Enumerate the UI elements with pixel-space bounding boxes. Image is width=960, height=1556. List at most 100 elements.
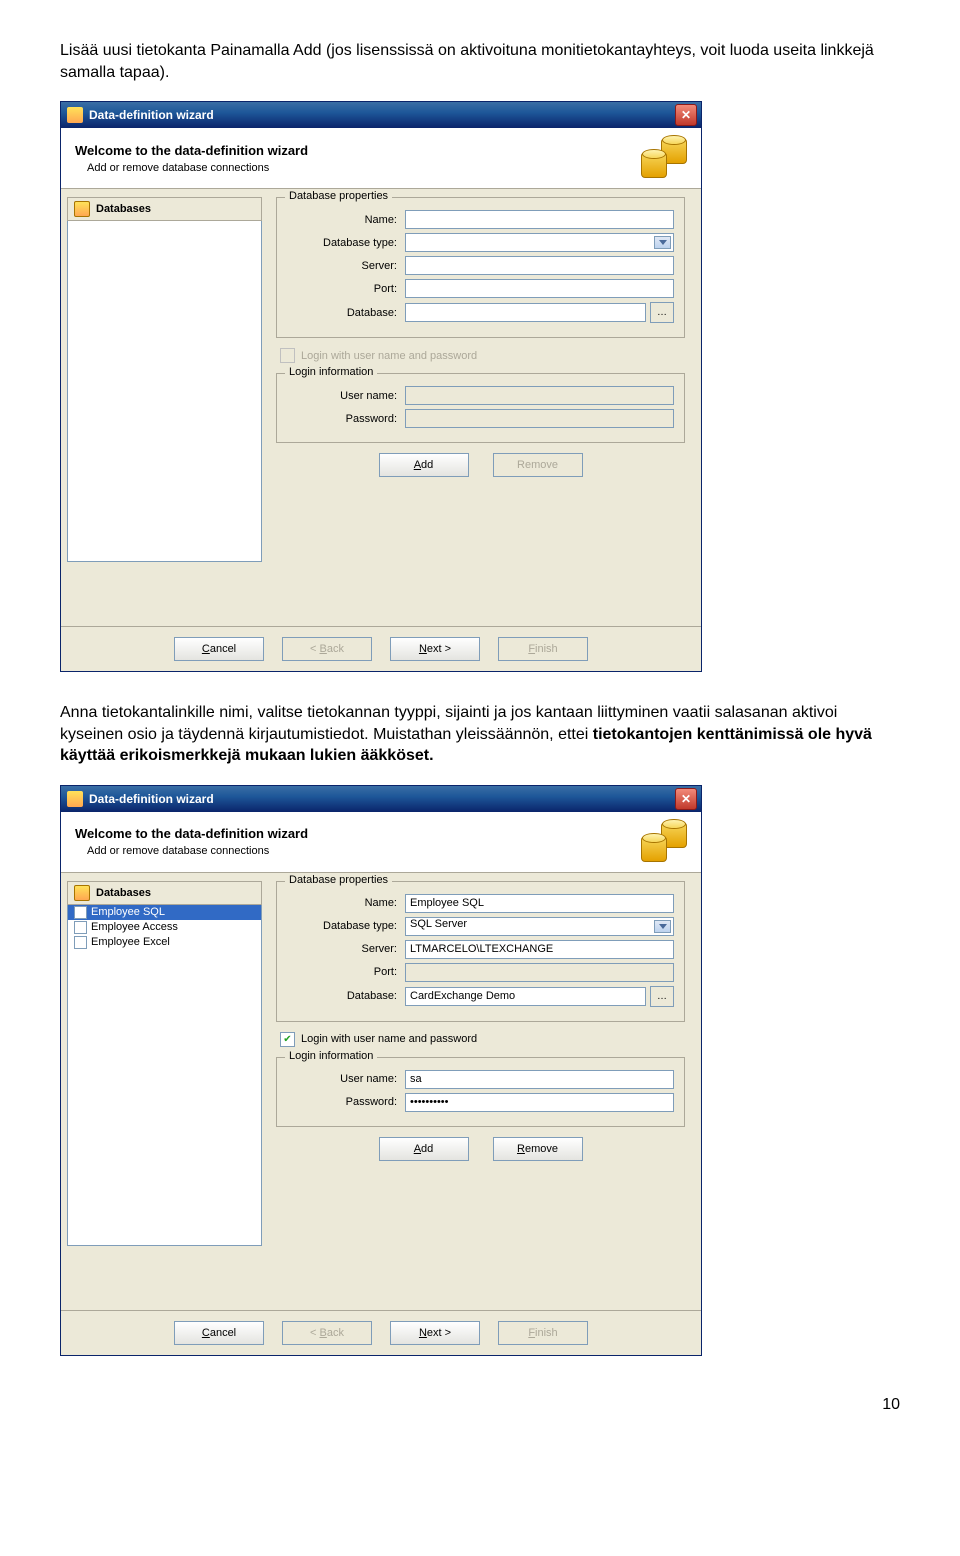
login-checkbox-row: ✔ Login with user name and password	[280, 1032, 685, 1047]
label-password: Password:	[287, 413, 405, 425]
database-list[interactable]	[67, 221, 262, 562]
chevron-down-icon	[659, 924, 667, 929]
banner-title: Welcome to the data-definition wizard	[75, 143, 308, 158]
list-item-label: Employee SQL	[91, 906, 165, 918]
login-checkbox-label: Login with user name and password	[301, 350, 477, 362]
label-username: User name:	[287, 1073, 405, 1085]
database-icon	[641, 138, 687, 178]
wizard-footer: Cancel < Back Next > Finish	[61, 626, 701, 671]
app-icon	[67, 791, 83, 807]
name-input[interactable]	[405, 210, 674, 229]
sidebar: Databases Employee SQL Employee Access E…	[61, 873, 268, 1254]
label-database: Database:	[287, 990, 405, 1002]
item-checkbox[interactable]	[74, 921, 87, 934]
close-icon: ✕	[681, 792, 691, 806]
wizard-banner: Welcome to the data-definition wizard Ad…	[61, 128, 701, 189]
database-type-value: SQL Server	[410, 918, 467, 930]
label-database-type: Database type:	[287, 237, 405, 249]
password-input[interactable]	[405, 1093, 674, 1112]
username-input	[405, 386, 674, 405]
list-item[interactable]: Employee Excel	[68, 935, 261, 950]
list-item[interactable]: Employee SQL	[68, 905, 261, 920]
login-information-group: Login information User name: Password:	[276, 373, 685, 443]
close-button[interactable]: ✕	[675, 104, 697, 126]
login-checkbox[interactable]	[280, 348, 295, 363]
list-item-label: Employee Access	[91, 921, 178, 933]
wizard-footer: Cancel < Back Next > Finish	[61, 1310, 701, 1355]
login-checkbox-label: Login with user name and password	[301, 1033, 477, 1045]
db-props-legend: Database properties	[285, 190, 392, 202]
label-name: Name:	[287, 214, 405, 226]
login-information-group: Login information User name: Password:	[276, 1057, 685, 1127]
label-port: Port:	[287, 283, 405, 295]
port-input	[405, 963, 674, 982]
login-checkbox[interactable]: ✔	[280, 1032, 295, 1047]
database-input[interactable]	[405, 303, 646, 322]
list-item[interactable]: Employee Access	[68, 920, 261, 935]
database-icon	[74, 201, 90, 217]
wizard-dialog-empty: Data-definition wizard ✕ Welcome to the …	[60, 101, 702, 672]
wizard-dialog-filled: Data-definition wizard ✕ Welcome to the …	[60, 785, 702, 1356]
login-legend: Login information	[285, 366, 377, 378]
finish-button: Finish	[498, 1321, 588, 1345]
database-list[interactable]: Employee SQL Employee Access Employee Ex…	[67, 905, 262, 1246]
titlebar: Data-definition wizard ✕	[61, 786, 701, 812]
password-input	[405, 409, 674, 428]
label-port: Port:	[287, 966, 405, 978]
intro-paragraph-1: Lisää uusi tietokanta Painamalla Add (jo…	[60, 40, 900, 83]
banner-subtitle: Add or remove database connections	[87, 845, 308, 857]
database-input[interactable]	[405, 987, 646, 1006]
remove-button[interactable]: Remove	[493, 1137, 583, 1161]
close-button[interactable]: ✕	[675, 788, 697, 810]
sidebar-header: Databases	[67, 197, 262, 221]
window-title: Data-definition wizard	[89, 792, 214, 806]
server-input[interactable]	[405, 940, 674, 959]
label-password: Password:	[287, 1096, 405, 1108]
login-checkbox-row: Login with user name and password	[280, 348, 685, 363]
wizard-banner: Welcome to the data-definition wizard Ad…	[61, 812, 701, 873]
db-props-legend: Database properties	[285, 874, 392, 886]
cancel-button[interactable]: Cancel	[174, 1321, 264, 1345]
browse-database-button[interactable]: …	[650, 302, 674, 323]
label-name: Name:	[287, 897, 405, 909]
name-input[interactable]	[405, 894, 674, 913]
cancel-button[interactable]: Cancel	[174, 637, 264, 661]
database-type-select[interactable]: SQL Server	[405, 917, 674, 936]
finish-button: Finish	[498, 637, 588, 661]
back-button: < Back	[282, 637, 372, 661]
next-button[interactable]: Next >	[390, 1321, 480, 1345]
add-button[interactable]: Add	[379, 453, 469, 477]
label-database: Database:	[287, 307, 405, 319]
page-number: 10	[60, 1396, 900, 1414]
add-button[interactable]: Add	[379, 1137, 469, 1161]
sidebar-header-label: Databases	[96, 887, 151, 899]
item-checkbox[interactable]	[74, 936, 87, 949]
back-button: < Back	[282, 1321, 372, 1345]
database-properties-group: Database properties Name: Database type:…	[276, 197, 685, 338]
database-type-select[interactable]	[405, 233, 674, 252]
browse-database-button[interactable]: …	[650, 986, 674, 1007]
server-input[interactable]	[405, 256, 674, 275]
app-icon	[67, 107, 83, 123]
label-server: Server:	[287, 260, 405, 272]
database-icon	[641, 822, 687, 862]
label-username: User name:	[287, 390, 405, 402]
database-properties-group: Database properties Name: Database type:…	[276, 881, 685, 1022]
next-button[interactable]: Next >	[390, 637, 480, 661]
list-item-label: Employee Excel	[91, 936, 170, 948]
database-icon	[74, 885, 90, 901]
label-server: Server:	[287, 943, 405, 955]
login-legend: Login information	[285, 1050, 377, 1062]
item-checkbox[interactable]	[74, 906, 87, 919]
banner-subtitle: Add or remove database connections	[87, 162, 308, 174]
window-title: Data-definition wizard	[89, 108, 214, 122]
banner-title: Welcome to the data-definition wizard	[75, 826, 308, 841]
port-input[interactable]	[405, 279, 674, 298]
remove-button: Remove	[493, 453, 583, 477]
close-icon: ✕	[681, 108, 691, 122]
chevron-down-icon	[659, 240, 667, 245]
username-input[interactable]	[405, 1070, 674, 1089]
sidebar: Databases	[61, 189, 268, 570]
intro-paragraph-2: Anna tietokantalinkille nimi, valitse ti…	[60, 702, 900, 767]
label-database-type: Database type:	[287, 920, 405, 932]
